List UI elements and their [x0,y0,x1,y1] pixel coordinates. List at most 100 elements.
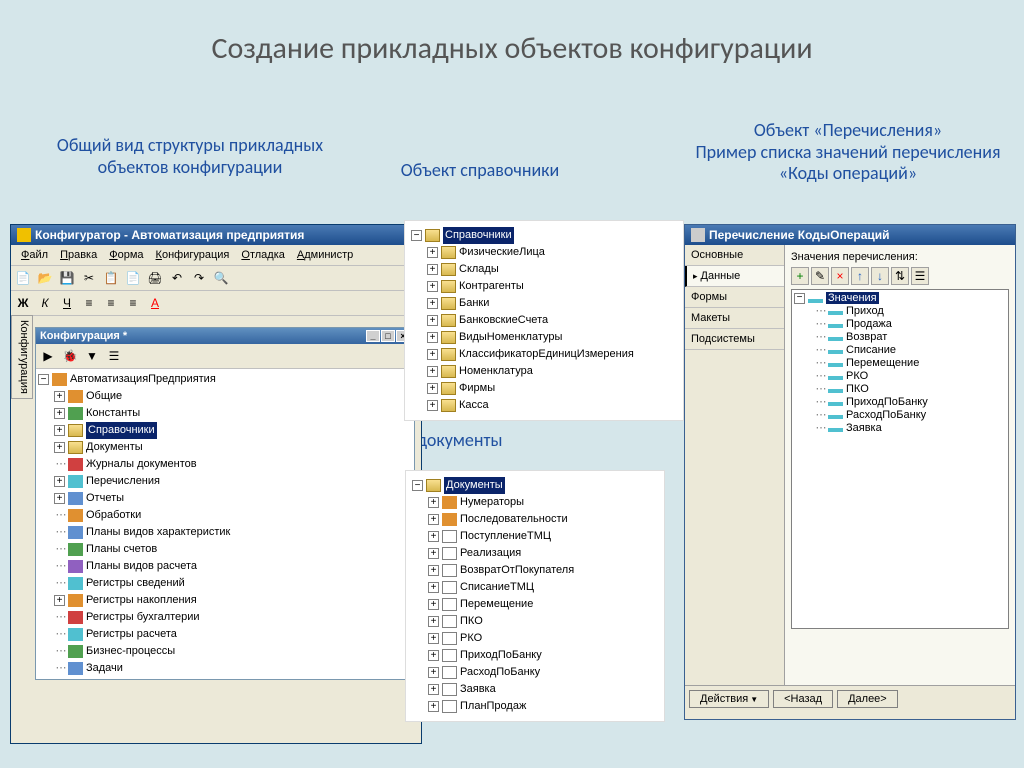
tree-expander[interactable]: + [428,514,439,525]
bold-icon[interactable]: Ж [13,293,33,313]
delete-icon[interactable]: × [831,267,849,285]
add-icon[interactable]: + [791,267,809,285]
tree-item-label[interactable]: Планы видов расчета [86,558,197,575]
enum-value[interactable]: Продажа [846,318,892,330]
tree-expander[interactable]: + [428,497,439,508]
menu-item[interactable]: Правка [54,247,103,263]
menu-item[interactable]: Форма [103,247,149,263]
tree-item-label[interactable]: Контрагенты [459,278,524,295]
save-icon[interactable]: 💾 [57,268,77,288]
tree-item-label[interactable]: БанковскиеСчета [459,312,548,329]
tree-item-label[interactable]: ПоступлениеТМЦ [460,528,551,545]
tree-expander[interactable]: + [428,684,439,695]
enum-value[interactable]: Списание [846,344,896,356]
config-toolbar[interactable]: ▶ 🐞 ▼ ☰ [36,344,414,369]
tree-item-label[interactable]: Планы счетов [86,541,157,558]
tree-expander[interactable]: + [427,298,438,309]
align-center-icon[interactable]: ≡ [101,293,121,313]
tree-item-label[interactable]: Задачи [86,660,123,677]
print-icon[interactable]: 🖨 [145,268,165,288]
tree-item-label[interactable]: Нумераторы [460,494,524,511]
tree-item-label[interactable]: Перечисления [86,473,160,490]
tree-item-label[interactable]: Планы видов характеристик [86,524,230,541]
color-icon[interactable]: А [145,293,165,313]
tree-root[interactable]: Справочники [443,227,514,244]
tree-expander[interactable]: + [54,595,65,606]
undo-icon[interactable]: ↶ [167,268,187,288]
tree-item-label[interactable]: ПланПродаж [460,698,526,715]
menu-item[interactable]: Администр [291,247,359,263]
tree-expander[interactable]: + [428,548,439,559]
underline-icon[interactable]: Ч [57,293,77,313]
moveup-icon[interactable]: ↑ [851,267,869,285]
tree-expander[interactable]: + [428,633,439,644]
enum-value[interactable]: Перемещение [846,357,919,369]
tree-item-label[interactable]: РКО [460,630,482,647]
tree-item-label[interactable]: Заявка [460,681,496,698]
tree-item-label[interactable]: Отчеты [86,490,124,507]
tree-item-label[interactable]: Документы [86,439,143,456]
tree-item-label[interactable]: Справочники [86,422,157,439]
open-icon[interactable]: 📂 [35,268,55,288]
enum-value[interactable]: Заявка [846,422,882,434]
find-icon[interactable]: 🔍 [211,268,231,288]
debug-icon[interactable]: 🐞 [60,346,80,366]
props-icon[interactable]: ☰ [911,267,929,285]
tree-expander[interactable]: + [427,264,438,275]
tree-expander[interactable]: − [794,293,805,304]
filter-icon[interactable]: ▼ [82,346,102,366]
next-button[interactable]: Далее> [837,690,898,708]
tree-item-label[interactable]: ВозвратОтПокупателя [460,562,574,579]
tree-expander[interactable]: + [427,366,438,377]
align-left-icon[interactable]: ≡ [79,293,99,313]
movedown-icon[interactable]: ↓ [871,267,889,285]
menu-item[interactable]: Файл [15,247,54,263]
tree-root[interactable]: АвтоматизацияПредприятия [70,371,216,388]
tree-item-label[interactable]: Константы [86,405,140,422]
enum-toolbar[interactable]: + ✎ × ↑ ↓ ⇅ ☰ [791,267,1009,285]
tree-expander[interactable]: + [54,493,65,504]
tree-expander[interactable]: + [428,582,439,593]
tree-item-label[interactable]: ПКО [460,613,483,630]
maximize-icon[interactable]: □ [381,330,395,342]
tree-item-label[interactable]: ВидыНоменклатуры [459,329,562,346]
tree-expander[interactable]: + [427,332,438,343]
toolbar-2[interactable]: Ж К Ч ≡ ≡ ≡ А [11,291,421,316]
tree-expander[interactable]: + [427,247,438,258]
tree-expander[interactable]: + [427,383,438,394]
back-button[interactable]: <Назад [773,690,833,708]
tree-item-label[interactable]: Склады [459,261,499,278]
tree-expander[interactable]: + [428,616,439,627]
tree-item-label[interactable]: Общие [86,388,122,405]
align-right-icon[interactable]: ≡ [123,293,143,313]
tree-item-label[interactable]: Регистры сведений [86,575,185,592]
edit-icon[interactable]: ✎ [811,267,829,285]
tab-Формы[interactable]: Формы [685,287,784,308]
tree-root[interactable]: Документы [444,477,505,494]
tree-item-label[interactable]: Перемещение [460,596,533,613]
enum-values-tree[interactable]: −Значения⋯Приход⋯Продажа⋯Возврат⋯Списани… [791,289,1009,629]
tree-item-label[interactable]: СписаниеТМЦ [460,579,534,596]
run-icon[interactable]: ▶ [38,346,58,366]
italic-icon[interactable]: К [35,293,55,313]
toolbar-1[interactable]: 📄 📂 💾 ✂ 📋 📄 🖨 ↶ ↷ 🔍 [11,266,421,291]
tree-expander[interactable]: + [427,349,438,360]
tree-item-label[interactable]: Регистры расчета [86,626,177,643]
tree-expander[interactable]: − [412,480,423,491]
tree-expander[interactable]: + [54,442,65,453]
tree-item-label[interactable]: Касса [459,397,489,414]
enum-value[interactable]: ПКО [846,383,869,395]
tab-Основные[interactable]: Основные [685,245,784,266]
tree-expander[interactable]: + [427,281,438,292]
tab-Данные[interactable]: Данные [685,266,784,287]
tree-expander[interactable]: + [428,599,439,610]
config-tree[interactable]: −АвтоматизацияПредприятия+Общие+Констант… [36,369,414,679]
config-subtitle-bar[interactable]: Конфигурация * _ □ × [36,328,414,344]
cut-icon[interactable]: ✂ [79,268,99,288]
configurator-titlebar[interactable]: Конфигуратор - Автоматизация предприятия [11,225,421,245]
tree-item-label[interactable]: Журналы документов [86,456,197,473]
tree-expander[interactable]: + [428,565,439,576]
actions-button[interactable]: Действия▼ [689,690,769,708]
tree-expander[interactable]: + [427,400,438,411]
tree-item-label[interactable]: Регистры бухгалтерии [86,609,200,626]
